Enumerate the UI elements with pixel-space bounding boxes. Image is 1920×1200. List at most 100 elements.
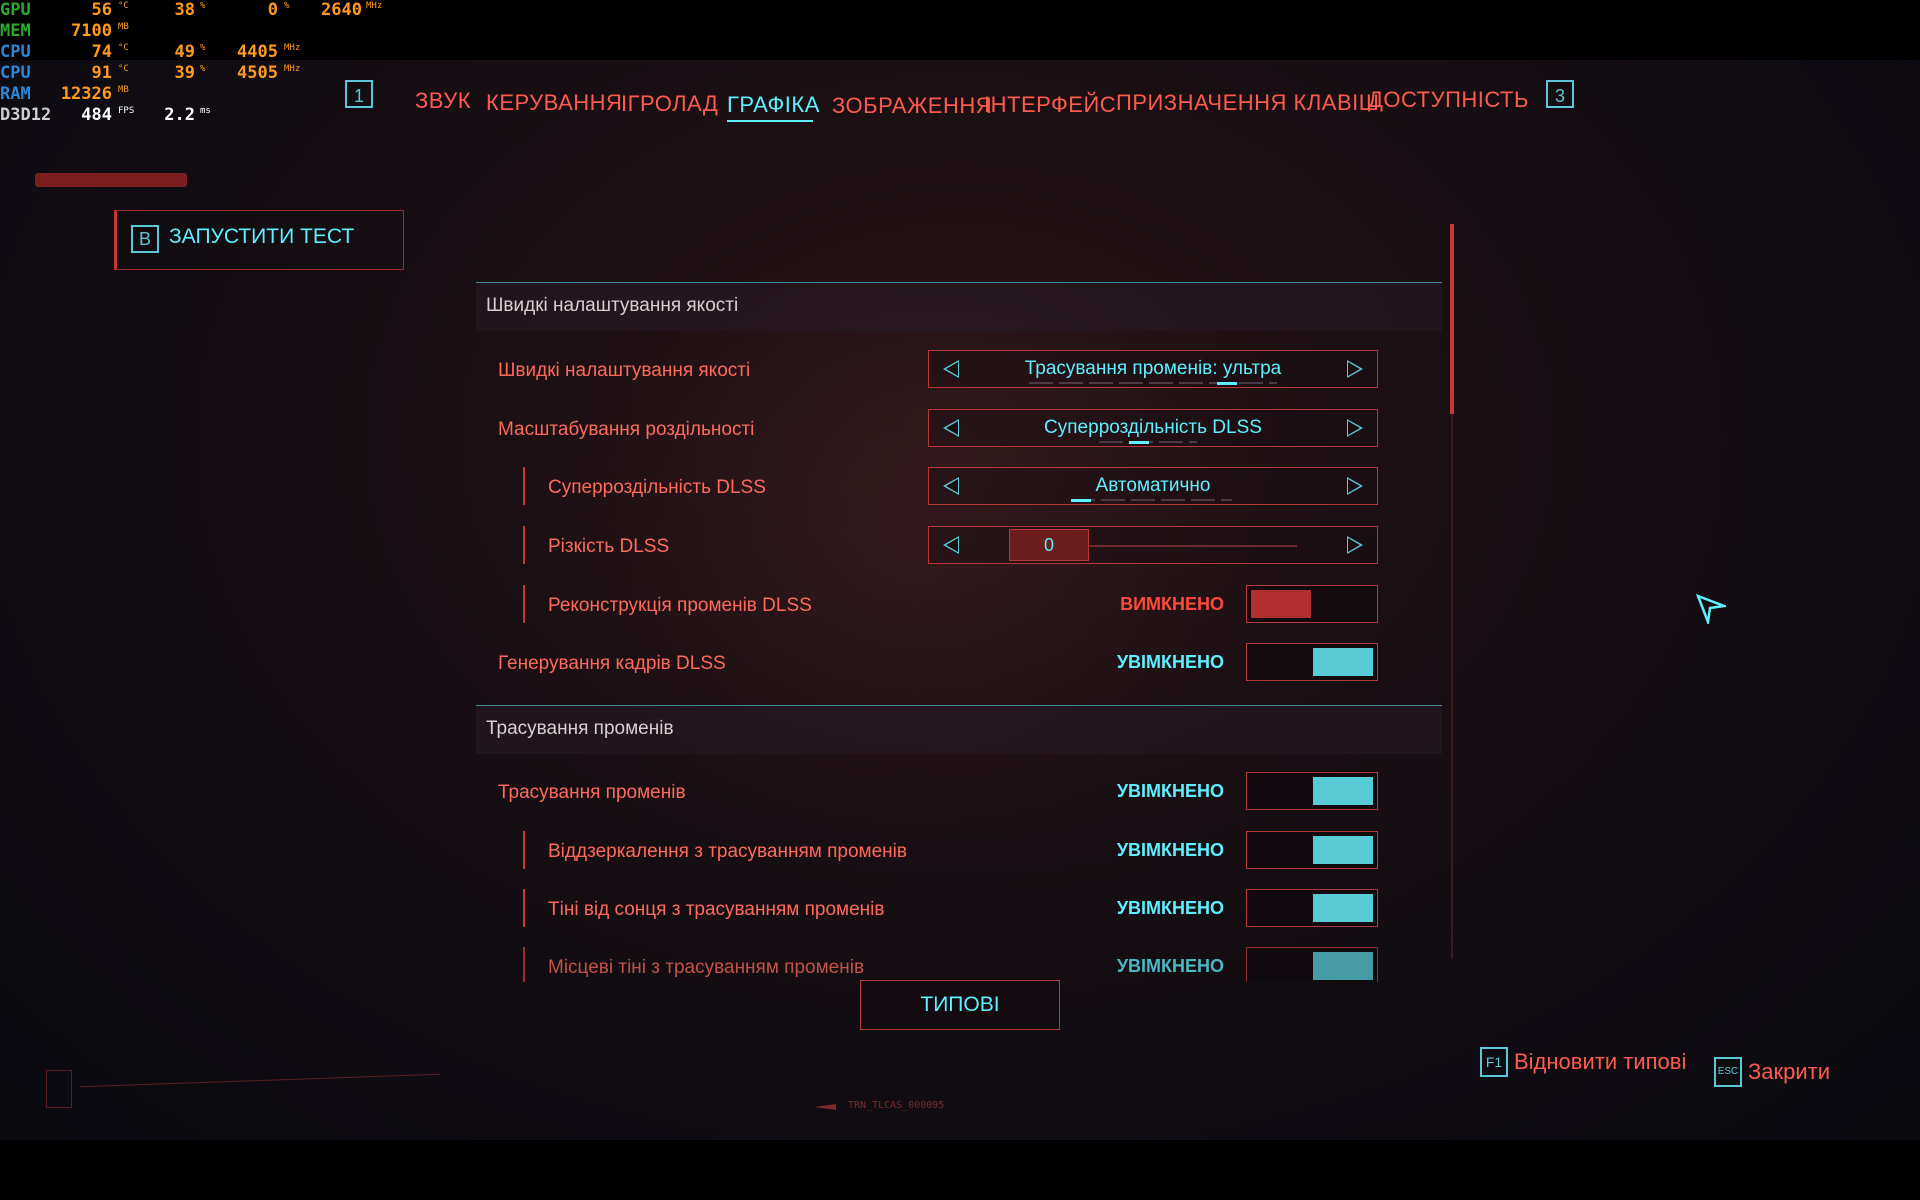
dlss-rr-toggle[interactable] bbox=[1246, 585, 1378, 623]
benchmark-key-badge: B bbox=[131, 225, 159, 253]
section-title: Швидкі налаштування якості bbox=[486, 295, 739, 316]
arrow-right-icon[interactable] bbox=[1347, 360, 1363, 378]
selector-value: Трасування променів: ультра bbox=[1024, 358, 1282, 379]
arrow-right-icon[interactable] bbox=[1347, 477, 1363, 495]
hud-unit: MHz bbox=[284, 43, 301, 53]
row-rt-sun-shadows[interactable]: Тіні від сонця з трасуванням променів УВ… bbox=[476, 889, 1386, 929]
hud-unit: MHz bbox=[284, 64, 301, 74]
close-hint[interactable]: ESC Закрити bbox=[1714, 1055, 1864, 1091]
hud-unit: % bbox=[200, 1, 206, 11]
run-benchmark-label: ЗАПУСТИТИ ТЕСТ bbox=[169, 225, 355, 248]
arrow-left-icon[interactable] bbox=[943, 477, 959, 495]
hud-cpu2-row: CPU 91 °C 39 % 4505 MHz bbox=[0, 63, 400, 83]
hud-unit: % bbox=[200, 64, 206, 74]
slider-handle[interactable]: 0 bbox=[1009, 529, 1089, 561]
f1-key-badge: F1 bbox=[1480, 1047, 1508, 1077]
tab-graphics-underline bbox=[727, 120, 813, 122]
hud-label: GPU bbox=[0, 0, 31, 20]
hud-label: D3D12 bbox=[0, 105, 52, 125]
tab-interface[interactable]: ІНТЕРФЕЙС bbox=[984, 92, 1116, 118]
game-settings-screen: 1 ЗВУК КЕРУВАННЯ ІГРОЛАД ГРАФІКА ЗОБРАЖЕ… bbox=[0, 60, 1920, 1140]
build-arrow-icon bbox=[814, 1104, 836, 1110]
row-dlss-sharpness[interactable]: Різкість DLSS 0 bbox=[476, 526, 1386, 566]
tab-gameplay[interactable]: ІГРОЛАД bbox=[621, 91, 718, 117]
arrow-left-icon[interactable] bbox=[943, 360, 959, 378]
hud-unit: °C bbox=[118, 64, 129, 74]
dlss-sharpness-slider[interactable]: 0 bbox=[928, 526, 1378, 564]
ray-tracing-toggle[interactable] bbox=[1246, 772, 1378, 810]
hud-unit: % bbox=[200, 43, 206, 53]
hud-unit: MB bbox=[118, 85, 129, 95]
indent-bar bbox=[523, 526, 525, 564]
tab-graphics[interactable]: ГРАФІКА bbox=[727, 92, 820, 118]
option-dots bbox=[1071, 499, 1232, 501]
rt-reflections-toggle[interactable] bbox=[1246, 831, 1378, 869]
version-badge-icon bbox=[46, 1070, 72, 1108]
row-ray-tracing[interactable]: Трасування променів УВІМКНЕНО bbox=[476, 772, 1386, 812]
hud-unit: MHz bbox=[366, 1, 383, 11]
indent-bar bbox=[523, 889, 525, 927]
arrow-right-icon[interactable] bbox=[1347, 536, 1363, 554]
row-rt-local-shadows[interactable]: Місцеві тіні з трасуванням променів УВІМ… bbox=[476, 947, 1386, 982]
toggle-knob bbox=[1313, 952, 1373, 980]
indent-bar bbox=[523, 831, 525, 869]
tab-display[interactable]: ЗОБРАЖЕННЯ bbox=[832, 93, 992, 119]
deco-bar bbox=[35, 173, 187, 187]
row-label: Місцеві тіні з трасуванням променів bbox=[548, 957, 865, 978]
hud-d3d-row: D3D12 484 FPS 2.2 ms bbox=[0, 105, 400, 125]
section-header-quick: Швидкі налаштування якості bbox=[476, 282, 1442, 331]
hud-value: 4505 bbox=[237, 63, 278, 83]
decor-line bbox=[80, 1073, 440, 1088]
next-tab-bumper[interactable]: 3 bbox=[1546, 80, 1574, 108]
tab-controls[interactable]: КЕРУВАННЯ bbox=[486, 90, 622, 116]
tab-sound[interactable]: ЗВУК bbox=[415, 88, 471, 114]
row-label: Трасування променів bbox=[498, 782, 686, 803]
toggle-state-text: УВІМКНЕНО bbox=[1116, 898, 1224, 918]
scrollbar-thumb[interactable] bbox=[1450, 224, 1454, 414]
toggle-state-text: ВИМКНЕНО bbox=[1120, 594, 1224, 614]
run-benchmark-button[interactable]: B ЗАПУСТИТИ ТЕСТ bbox=[114, 210, 404, 270]
row-label: Швидкі налаштування якості bbox=[498, 360, 751, 381]
hud-unit: °C bbox=[118, 1, 129, 11]
option-dots bbox=[1029, 382, 1277, 384]
dlss-sr-selector[interactable]: Автоматично bbox=[928, 467, 1378, 505]
build-id-text: TRN_TLCAS_000095 bbox=[848, 1100, 945, 1111]
hud-value: 91 bbox=[91, 63, 112, 83]
hud-gpu-row: GPU 56 °C 38 % 0 % 2640 MHz bbox=[0, 0, 400, 20]
dlss-fg-toggle[interactable] bbox=[1246, 643, 1378, 681]
indent-bar bbox=[523, 585, 525, 623]
hud-value: 2640 bbox=[321, 0, 362, 20]
hud-value: 74 bbox=[91, 42, 112, 62]
row-quick-preset[interactable]: Швидкі налаштування якості Трасування пр… bbox=[476, 350, 1386, 390]
rt-sun-shadows-toggle[interactable] bbox=[1246, 889, 1378, 927]
defaults-button[interactable]: ТИПОВІ bbox=[860, 980, 1060, 1030]
hud-value: 38 bbox=[174, 0, 195, 20]
hud-unit: FPS bbox=[118, 106, 135, 116]
rt-local-shadows-toggle[interactable] bbox=[1246, 947, 1378, 982]
tab-accessibility[interactable]: ДОСТУПНІСТЬ bbox=[1368, 87, 1529, 113]
row-dlss-ray-reconstruction[interactable]: Реконструкція променів DLSS ВИМКНЕНО bbox=[476, 585, 1386, 625]
arrow-left-icon[interactable] bbox=[943, 419, 959, 437]
indent-bar bbox=[523, 467, 525, 505]
resolution-scaling-selector[interactable]: Суперроздільність DLSS bbox=[928, 409, 1378, 447]
toggle-knob bbox=[1313, 648, 1373, 676]
selector-value: Суперроздільність DLSS bbox=[1044, 417, 1262, 438]
row-dlss-frame-generation[interactable]: Генерування кадрів DLSS УВІМКНЕНО bbox=[476, 643, 1386, 683]
row-resolution-scaling[interactable]: Масштабування роздільності Суперроздільн… bbox=[476, 409, 1386, 449]
tab-keybindings[interactable]: ПРИЗНАЧЕННЯ КЛАВІШ bbox=[1116, 90, 1379, 116]
hud-value: 39 bbox=[174, 63, 195, 83]
restore-defaults-hint[interactable]: F1 Відновити типові bbox=[1480, 1045, 1700, 1081]
hud-value: 49 bbox=[174, 42, 195, 62]
cursor-icon bbox=[1696, 594, 1726, 624]
hud-value: 0 bbox=[267, 0, 278, 20]
hud-value: 7100 bbox=[71, 21, 112, 41]
row-rt-reflections[interactable]: Віддзеркалення з трасуванням променів УВ… bbox=[476, 831, 1386, 871]
hud-value: 12326 bbox=[60, 84, 112, 104]
close-label: Закрити bbox=[1748, 1059, 1831, 1084]
hud-label: MEM bbox=[0, 21, 31, 41]
row-dlss-super-resolution[interactable]: Суперроздільність DLSS Автоматично bbox=[476, 467, 1386, 507]
quick-preset-selector[interactable]: Трасування променів: ультра bbox=[928, 350, 1378, 388]
indent-bar bbox=[523, 947, 525, 982]
arrow-left-icon[interactable] bbox=[943, 536, 959, 554]
arrow-right-icon[interactable] bbox=[1347, 419, 1363, 437]
